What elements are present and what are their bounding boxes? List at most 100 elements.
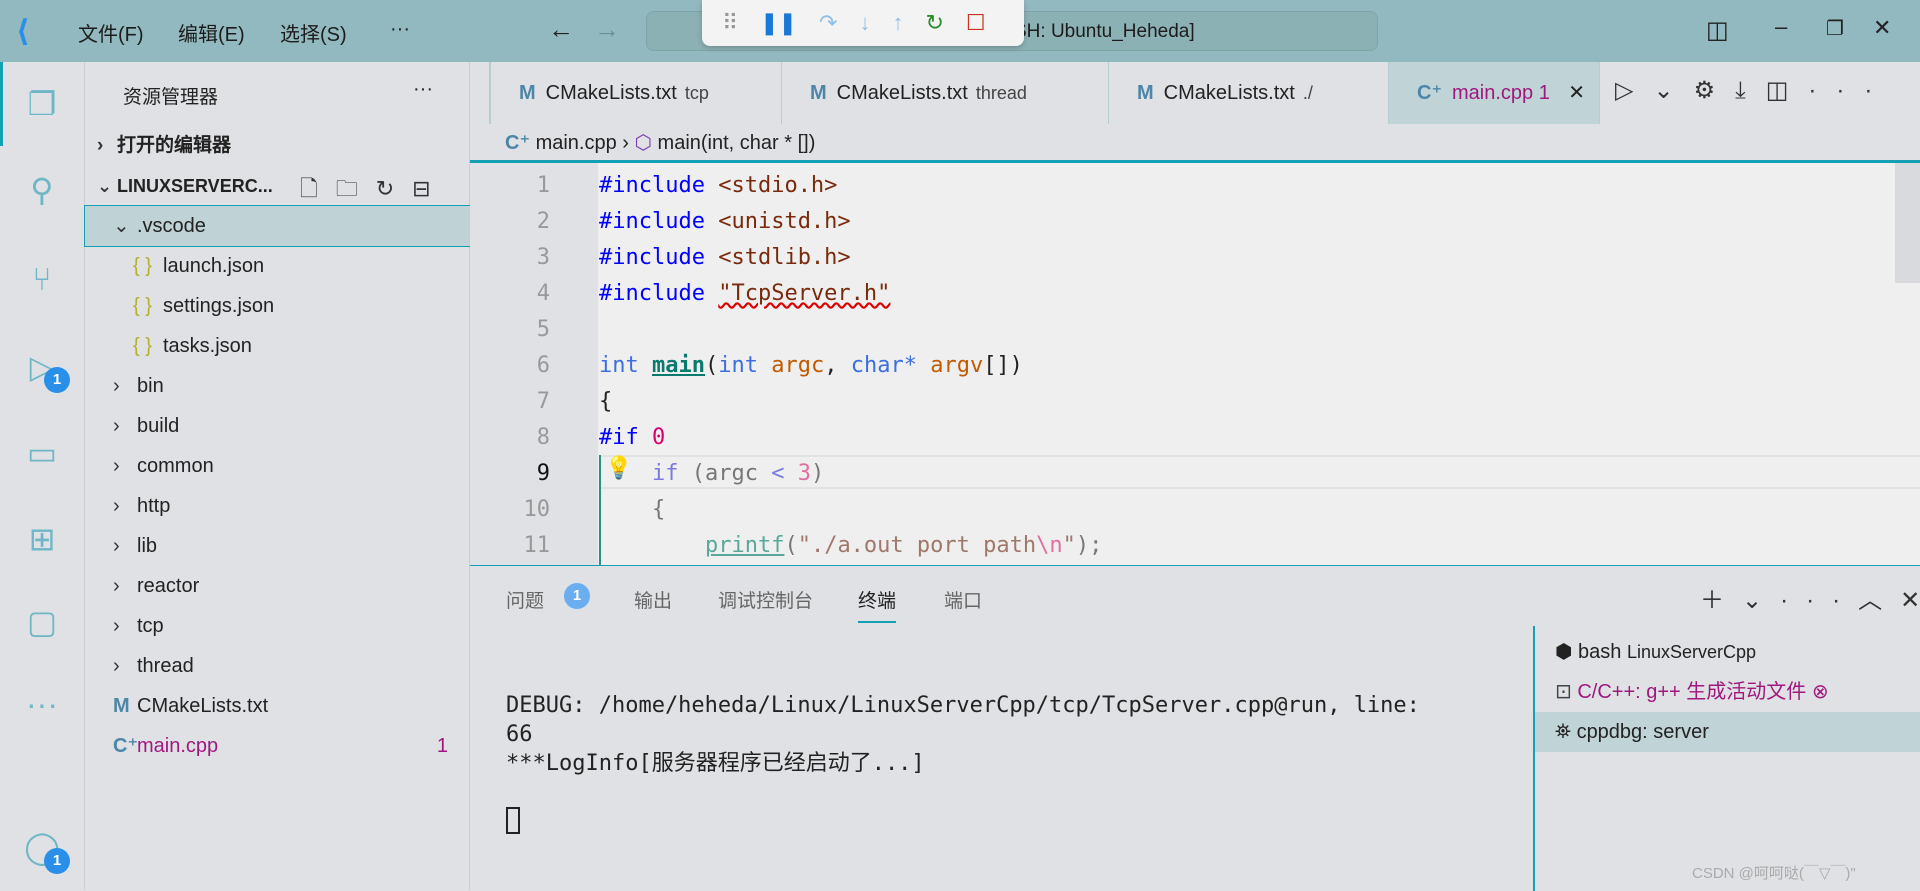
tab-label: main.cpp <box>1452 82 1534 104</box>
tree-item[interactable]: { } settings.json <box>85 286 470 326</box>
terminal-item-debug[interactable]: ⛯ cppdbg: server <box>1535 712 1920 752</box>
close-button[interactable]: ✕ <box>1873 15 1891 41</box>
tab-cmake-thread[interactable]: M CMakeLists.txt thread <box>782 62 1109 124</box>
tree-item-label: settings.json <box>163 295 275 317</box>
editor-scrollbar[interactable] <box>1895 163 1920 283</box>
step-over-icon[interactable]: ↷ <box>819 10 837 36</box>
extensions-icon[interactable]: ⊞ <box>20 517 64 561</box>
tab-label: CMakeLists.txt <box>1163 82 1295 104</box>
tab-output[interactable]: 输出 <box>634 586 672 613</box>
close-panel-icon[interactable]: ✕ <box>1900 587 1920 614</box>
cmake-icon: M <box>1137 82 1154 104</box>
tree-item-label: thread <box>137 655 194 677</box>
tree-item[interactable]: › bin <box>85 366 470 406</box>
step-out-icon[interactable]: ↑ <box>892 10 903 36</box>
tree-item[interactable]: › reactor <box>85 566 470 606</box>
debug-bug-icon: ⛯ <box>1555 721 1571 743</box>
tab-main-cpp[interactable]: C⁺ main.cpp 1 ✕ <box>1389 62 1600 124</box>
stop-icon[interactable]: ☐ <box>966 10 986 36</box>
menu-more[interactable]: ··· <box>390 18 410 41</box>
vscode-logo-icon: ⟨ <box>16 15 30 48</box>
back-arrow-icon[interactable]: ← <box>548 14 574 45</box>
tree-item[interactable]: › thread <box>85 646 470 686</box>
terminal-item-bash[interactable]: ⬢ bash LinuxServerCpp <box>1535 632 1920 672</box>
split-editor-icon[interactable]: ◫ <box>1766 77 1809 104</box>
active-indicator <box>0 62 3 146</box>
terminal-desc: LinuxServerCpp <box>1626 642 1757 662</box>
terminal-name: bash <box>1578 641 1622 663</box>
pause-icon[interactable]: ❚❚ <box>760 10 797 36</box>
error-circle-icon[interactable]: ⊗ <box>1812 681 1829 703</box>
open-editors-section[interactable]: › 打开的编辑器 <box>85 126 470 166</box>
terminal-name: C/C++: g++ 生成活动文件 <box>1577 681 1807 703</box>
layout-icon[interactable]: ◫ <box>1706 16 1729 45</box>
chevron-right-icon: › <box>113 375 120 397</box>
deploy-icon[interactable]: ⤓ <box>1735 77 1766 104</box>
collapse-all-icon[interactable]: ⊟ <box>412 176 448 201</box>
more-icon[interactable]: ··· <box>20 682 64 726</box>
bottom-panel: 问题 1 输出 调试控制台 终端 端口 ＋⌄···︿✕ DEBUG: /home… <box>470 565 1920 891</box>
breadcrumb-symbol[interactable]: main(int, char * []) <box>658 132 816 154</box>
tree-item[interactable]: ⌄ .vscode <box>84 205 471 247</box>
menu-file[interactable]: 文件(F) <box>78 18 144 47</box>
run-debug-dropdown-icon[interactable]: ▷⌄ <box>1615 77 1694 104</box>
menu-selection[interactable]: 选择(S) <box>280 18 347 47</box>
drag-handle-icon[interactable]: ⠿ <box>722 10 738 36</box>
terminal-output[interactable]: DEBUG: /home/heheda/Linux/LinuxServerCpp… <box>506 691 1420 834</box>
code-editor[interactable]: 1 2 3 4 5 6 7 8 9 10 11 💡 #include <stdio.h> #incl… <box>470 160 1920 565</box>
line-number: 5 <box>536 317 550 342</box>
tree-item[interactable]: › http <box>85 486 470 526</box>
tab-label: CMakeLists.txt <box>545 82 677 104</box>
tree-item-label: main.cpp <box>137 735 219 757</box>
cmake-icon: M <box>519 82 536 104</box>
breadcrumb-file[interactable]: main.cpp <box>536 132 617 154</box>
editor-tabs: M CMakeLists.txt tcp M CMakeLists.txt thread… <box>470 62 1920 124</box>
tree-item[interactable]: { } tasks.json <box>85 326 470 366</box>
minimize-button[interactable]: – <box>1775 14 1787 40</box>
debug-badge: 1 <box>44 367 70 393</box>
tab-cmake-tcp[interactable]: M CMakeLists.txt tcp <box>490 62 782 124</box>
more-icon[interactable]: ··· <box>1780 587 1858 614</box>
panel-actions: ＋⌄···︿✕ <box>1700 580 1920 615</box>
tab-debug-console[interactable]: 调试控制台 <box>718 586 813 613</box>
chevron-right-icon: › <box>97 135 104 156</box>
new-terminal-icon[interactable]: ＋⌄ <box>1700 587 1780 614</box>
terminal-name: cppdbg: server <box>1576 721 1709 743</box>
search-icon[interactable]: ⚲ <box>20 168 64 212</box>
refresh-icon[interactable]: ↻ <box>376 176 412 201</box>
forward-arrow-icon[interactable]: → <box>594 14 620 45</box>
tab-terminal[interactable]: 终端 <box>858 586 897 623</box>
cmake-icon: M <box>113 695 130 717</box>
more-actions-icon[interactable]: ··· <box>1808 77 1892 104</box>
tab-problems[interactable]: 问题 <box>506 586 544 613</box>
source-control-icon[interactable]: ⑂ <box>20 257 64 301</box>
step-into-icon[interactable]: ↓ <box>859 10 870 36</box>
tab-cmake-root[interactable]: M CMakeLists.txt ./ <box>1109 62 1389 124</box>
chevron-right-icon: › <box>113 655 120 677</box>
new-file-icon[interactable]: 🗋 <box>300 176 336 201</box>
tree-item[interactable]: › common <box>85 446 470 486</box>
tree-item[interactable]: › build <box>85 406 470 446</box>
settings-gear-icon[interactable]: ⚙ <box>1694 77 1736 104</box>
maximize-panel-icon[interactable]: ︿ <box>1858 587 1900 614</box>
chat-icon[interactable]: ▢ <box>20 600 64 644</box>
tab-ports[interactable]: 端口 <box>944 586 982 613</box>
line-number: 2 <box>536 209 550 234</box>
new-folder-icon[interactable]: 🗀 <box>336 176 376 201</box>
restore-button[interactable]: ❐ <box>1826 16 1844 41</box>
tree-item[interactable]: › tcp <box>85 606 470 646</box>
tree-item-label: tcp <box>137 615 164 637</box>
menu-edit[interactable]: 编辑(E) <box>178 18 245 47</box>
explorer-icon[interactable]: ❐ <box>20 82 64 126</box>
close-tab-icon[interactable]: ✕ <box>1568 62 1585 124</box>
terminal-item-build[interactable]: ⊡ C/C++: g++ 生成活动文件 ⊗ <box>1535 672 1920 712</box>
tree-item[interactable]: { } launch.json <box>85 246 470 286</box>
line-number: 3 <box>536 245 550 270</box>
tree-item[interactable]: M CMakeLists.txt <box>85 686 470 726</box>
tree-item[interactable]: C⁺main.cpp 1 <box>85 726 470 766</box>
sidebar-more-button[interactable]: ··· <box>413 78 433 101</box>
restart-icon[interactable]: ↻ <box>925 10 943 36</box>
editor-actions: ▷⌄⚙⤓◫··· <box>1615 76 1892 105</box>
remote-explorer-icon[interactable]: ▭ <box>20 431 64 475</box>
tree-item[interactable]: › lib <box>85 526 470 566</box>
